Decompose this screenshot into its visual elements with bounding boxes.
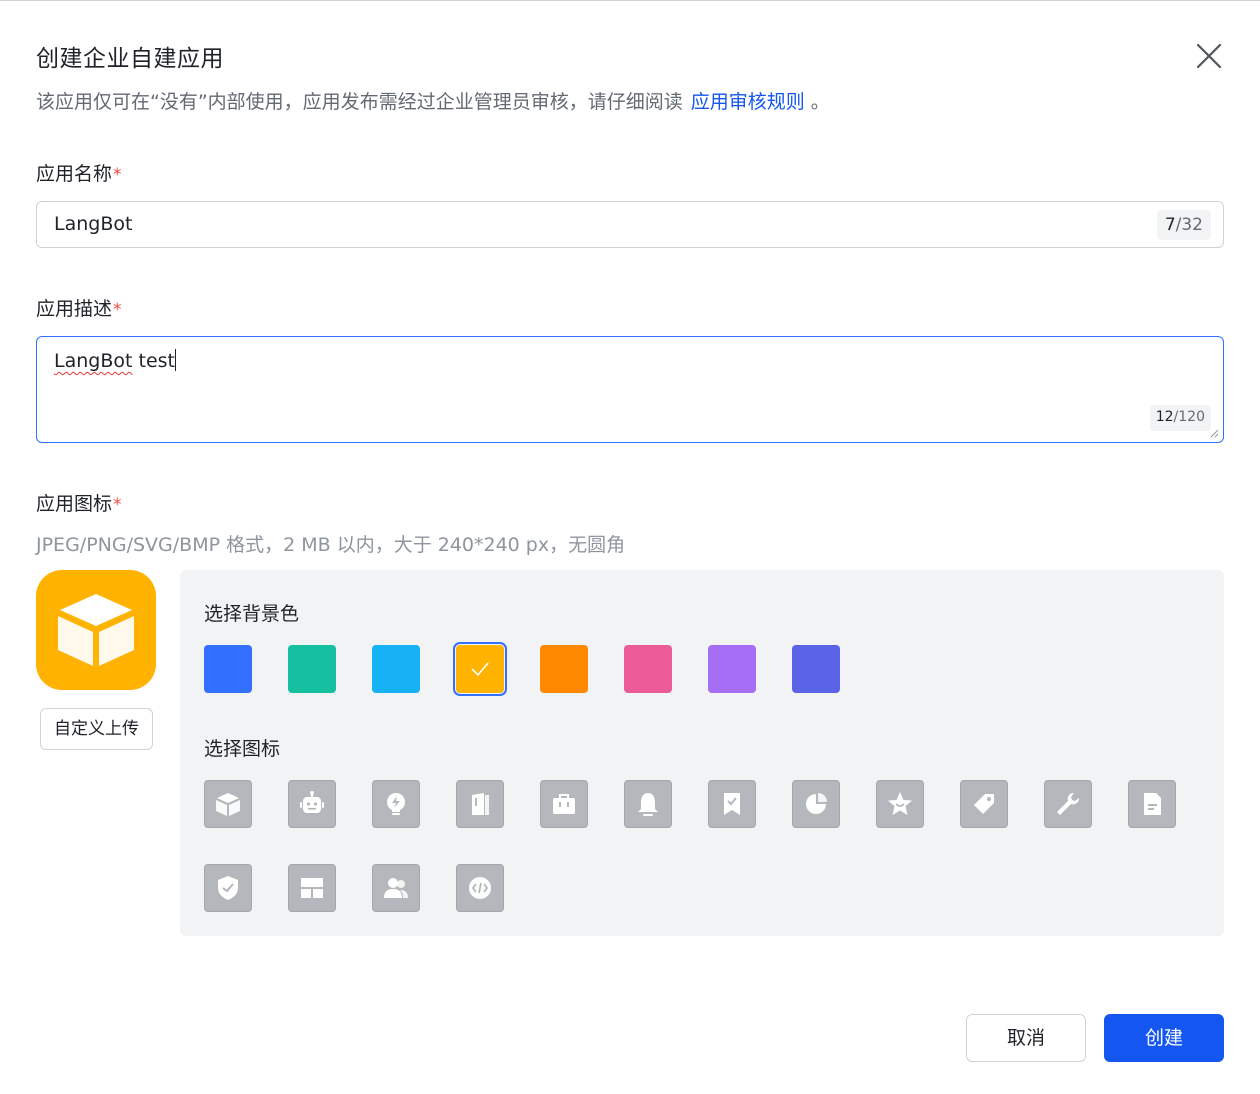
bg-color-swatch[interactable] xyxy=(540,645,588,693)
check-icon xyxy=(471,662,489,677)
document-icon xyxy=(1144,793,1161,815)
icon-option-code[interactable] xyxy=(456,864,504,912)
create-button[interactable]: 创建 xyxy=(1104,1014,1224,1062)
app-description-textarea[interactable]: LangBot test 12/120 xyxy=(36,336,1224,443)
subtitle-end: 。 xyxy=(810,91,830,113)
icon-option-bell[interactable] xyxy=(624,780,672,828)
icon-option-star[interactable] xyxy=(876,780,924,828)
app-description-value: LangBot test xyxy=(54,349,176,372)
app-icon-label: 应用图标* xyxy=(36,489,122,516)
icon-option-shield[interactable] xyxy=(204,864,252,912)
lightbulb-icon xyxy=(387,793,405,815)
app-name-label-text: 应用名称 xyxy=(36,163,113,185)
app-icon-hint: JPEG/PNG/SVG/BMP 格式，2 MB 以内，大于 240*240 p… xyxy=(36,534,626,556)
bg-color-label: 选择背景色 xyxy=(204,603,300,625)
app-name-label: 应用名称* xyxy=(36,159,122,186)
bg-color-swatch[interactable] xyxy=(288,645,336,693)
cancel-button[interactable]: 取消 xyxy=(966,1014,1086,1062)
resize-handle-icon[interactable] xyxy=(1209,428,1219,438)
bg-color-swatch[interactable] xyxy=(708,645,756,693)
app-name-max: /32 xyxy=(1175,215,1203,235)
text-caret xyxy=(174,349,176,371)
app-description-max: /120 xyxy=(1173,409,1205,425)
icon-option-briefcase[interactable] xyxy=(540,780,588,828)
shield-check-icon xyxy=(218,876,238,900)
icon-option-lightbulb[interactable] xyxy=(372,780,420,828)
app-description-counter: 12/120 xyxy=(1149,405,1211,431)
wrench-icon xyxy=(1057,792,1080,815)
bg-color-swatch[interactable] xyxy=(204,645,252,693)
bookmark-check-icon xyxy=(724,793,740,815)
bg-color-swatch[interactable] xyxy=(792,645,840,693)
icon-option-tag[interactable] xyxy=(960,780,1008,828)
book-icon xyxy=(472,793,489,815)
subtitle-text: 该应用仅可在“没有”内部使用，应用发布需经过企业管理员审核，请仔细阅读 xyxy=(36,91,683,113)
icon-option-layout[interactable] xyxy=(288,864,336,912)
icon-option-users[interactable] xyxy=(372,864,420,912)
app-icon-preview xyxy=(36,570,156,690)
icon-option-cube[interactable] xyxy=(204,780,252,828)
app-name-value: LangBot xyxy=(54,213,133,235)
bg-color-swatch[interactable] xyxy=(372,645,420,693)
icon-option-pie-chart[interactable] xyxy=(792,780,840,828)
tag-icon xyxy=(974,794,994,814)
layout-icon xyxy=(301,878,323,898)
create-app-dialog: 创建企业自建应用 该应用仅可在“没有”内部使用，应用发布需经过企业管理员审核，请… xyxy=(0,0,1260,1094)
close-button[interactable] xyxy=(1190,39,1228,77)
icon-select-label: 选择图标 xyxy=(204,738,281,760)
icon-option-robot[interactable] xyxy=(288,780,336,828)
required-mark: * xyxy=(113,300,122,320)
app-name-counter: 7/32 xyxy=(1156,210,1211,240)
app-description-count: 12 xyxy=(1155,409,1174,425)
icon-option-document[interactable] xyxy=(1128,780,1176,828)
pie-chart-icon xyxy=(806,793,827,814)
rules-link[interactable]: 应用审核规则 xyxy=(691,91,805,113)
bg-color-swatch[interactable] xyxy=(624,645,672,693)
bell-icon xyxy=(638,793,658,816)
app-icon-label-text: 应用图标 xyxy=(36,493,113,515)
app-name-input[interactable]: LangBot 7/32 xyxy=(36,201,1224,248)
cube-icon xyxy=(58,594,134,666)
star-badge-icon xyxy=(888,792,912,815)
bg-color-swatch[interactable] xyxy=(453,642,507,696)
dialog-title: 创建企业自建应用 xyxy=(36,46,224,72)
icon-option-book[interactable] xyxy=(456,780,504,828)
icon-option-bookmark[interactable] xyxy=(708,780,756,828)
required-mark: * xyxy=(113,495,122,515)
icon-option-wrench[interactable] xyxy=(1044,780,1092,828)
app-description-label-text: 应用描述 xyxy=(36,298,113,320)
app-description-label: 应用描述* xyxy=(36,294,122,321)
required-mark: * xyxy=(113,165,122,185)
cube-icon xyxy=(216,793,240,816)
dialog-subtitle: 该应用仅可在“没有”内部使用，应用发布需经过企业管理员审核，请仔细阅读 应用审核规… xyxy=(36,87,830,114)
briefcase-icon xyxy=(553,794,575,814)
description-rest: test xyxy=(132,350,175,372)
app-name-count: 7 xyxy=(1164,215,1176,235)
users-icon xyxy=(384,878,408,898)
code-icon xyxy=(469,877,491,899)
robot-icon xyxy=(300,791,324,813)
custom-upload-button[interactable]: 自定义上传 xyxy=(40,708,153,750)
close-icon xyxy=(1196,43,1222,69)
icon-picker-panel: 选择背景色 选择图标 xyxy=(180,570,1224,936)
spellcheck-word: LangBot xyxy=(54,350,133,372)
